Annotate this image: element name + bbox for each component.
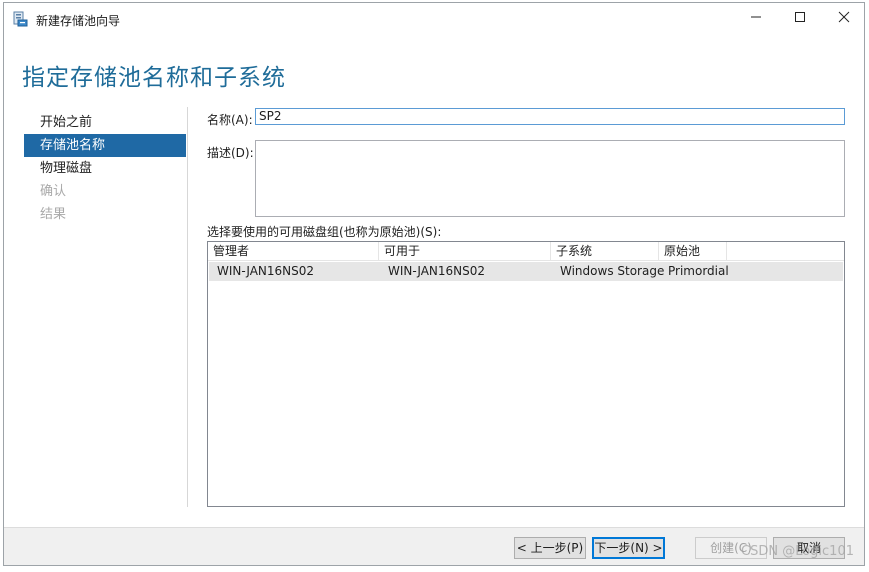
- watermark: CSDN @Logic101: [741, 544, 854, 559]
- storage-pool-icon: [12, 11, 28, 27]
- nav-divider: [187, 107, 188, 507]
- column-header-managed-by[interactable]: 管理者: [208, 242, 379, 261]
- minimize-icon: [750, 11, 762, 26]
- table-header: 管理者 可用于 子系统 原始池: [208, 242, 844, 261]
- nav-item-physical-disks[interactable]: 物理磁盘: [24, 157, 186, 180]
- cell-managed-by: WIN-JAN16NS02: [217, 264, 315, 278]
- primordial-pool-label: 选择要使用的可用磁盘组(也称为原始池)(S):: [207, 225, 442, 239]
- pool-name-input[interactable]: SP2: [255, 108, 845, 125]
- wizard-window: 新建存储池向导 指定存储池名称和子系统 开始之前 存储池名称 物理磁盘 确认 结…: [3, 2, 865, 566]
- description-label: 描述(D):: [207, 146, 254, 160]
- wizard-nav: 开始之前 存储池名称 物理磁盘 确认 结果: [24, 111, 186, 226]
- nav-item-results: 结果: [40, 207, 67, 222]
- next-button[interactable]: 下一步(N) >: [592, 537, 665, 559]
- previous-button[interactable]: < 上一步(P): [514, 537, 586, 559]
- window-title: 新建存储池向导: [36, 14, 121, 28]
- nav-item-pool-name[interactable]: 存储池名称: [24, 134, 186, 157]
- page-title: 指定存储池名称和子系统: [22, 65, 286, 91]
- description-textarea[interactable]: [255, 140, 845, 217]
- maximize-icon: [794, 11, 806, 26]
- column-header-available-to[interactable]: 可用于: [379, 242, 551, 261]
- close-button[interactable]: [822, 3, 866, 34]
- primordial-pool-list[interactable]: 管理者 可用于 子系统 原始池 WIN-JAN16NS02 WIN-JAN16N…: [207, 241, 845, 507]
- minimize-button[interactable]: [734, 3, 778, 34]
- cell-subsystem: Windows Storage: [560, 264, 665, 278]
- table-row[interactable]: WIN-JAN16NS02 WIN-JAN16NS02 Windows Stor…: [209, 262, 843, 281]
- column-header-subsystem[interactable]: 子系统: [551, 242, 659, 261]
- cell-primordial-pool: Primordial: [668, 264, 729, 278]
- title-bar[interactable]: 新建存储池向导: [4, 3, 864, 34]
- nav-item-confirmation: 确认: [40, 184, 67, 199]
- maximize-button[interactable]: [778, 3, 822, 34]
- cell-available-to: WIN-JAN16NS02: [388, 264, 486, 278]
- nav-item-before-you-begin[interactable]: 开始之前: [24, 111, 186, 134]
- column-header-primordial-pool[interactable]: 原始池: [659, 242, 727, 261]
- close-icon: [838, 11, 850, 26]
- name-label: 名称(A):: [207, 113, 253, 127]
